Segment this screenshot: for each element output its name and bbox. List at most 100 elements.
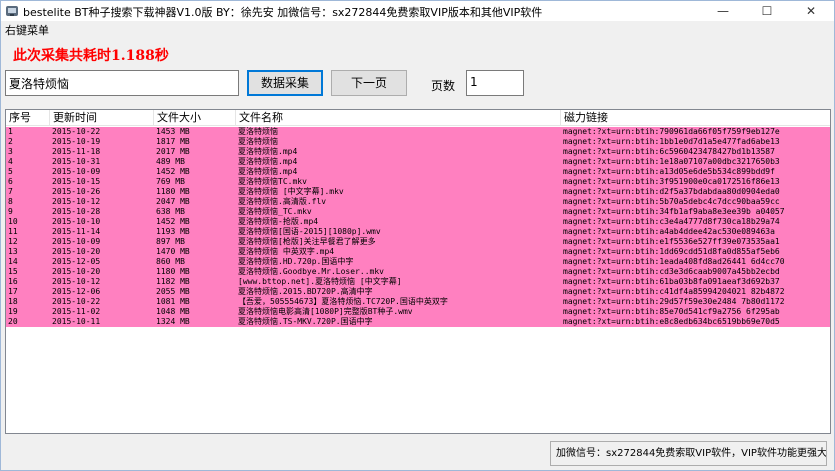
table-cell: 12 bbox=[8, 237, 18, 246]
table-row[interactable]: 12 2015-10-09 897 MB 夏洛特烦恼[枪版]关注早餐君了解更多 magn… bbox=[6, 237, 830, 247]
search-input[interactable]: 夏洛特烦恼 bbox=[5, 70, 239, 96]
table-cell: 6 bbox=[8, 177, 13, 186]
table-cell: 1470 MB bbox=[156, 247, 190, 256]
table-cell: 2015-11-02 bbox=[52, 307, 101, 316]
table-cell: 9 bbox=[8, 207, 13, 216]
table-cell: 2015-10-09 bbox=[52, 167, 101, 176]
table-cell: 2015-10-11 bbox=[52, 317, 101, 326]
table-cell: 1193 MB bbox=[156, 227, 190, 236]
table-cell: 1182 MB bbox=[156, 277, 190, 286]
table-cell: 夏洛特烦恼.mp4 bbox=[238, 147, 298, 156]
table-cell: 1180 MB bbox=[156, 187, 190, 196]
table-cell: magnet:?xt=urn:btih:5b70a5debc4c7dcc90ba… bbox=[563, 197, 780, 206]
table-cell: 夏洛特烦恼.2015.BD720P.高清中字 bbox=[238, 287, 373, 296]
table-cell: magnet:?xt=urn:btih:1e18a07107a00dbc3217… bbox=[563, 157, 780, 166]
table-cell: 13 bbox=[8, 247, 18, 256]
table-row[interactable]: 13 2015-10-20 1470 MB 夏洛特烦恼 中英双字.mp4 magnet:… bbox=[6, 247, 830, 257]
table-cell: 2015-10-15 bbox=[52, 177, 101, 186]
table-cell: 2047 MB bbox=[156, 197, 190, 206]
table-cell: 夏洛特烦恼 bbox=[238, 127, 278, 136]
table-cell: 2015-11-14 bbox=[52, 227, 101, 236]
maximize-button[interactable]: ☐ bbox=[745, 1, 789, 21]
table-row[interactable]: 18 2015-10-22 1081 MB 【吾爱，505554673】夏洛特烦恼.T… bbox=[6, 297, 830, 307]
column-header[interactable]: 磁力链接 bbox=[561, 110, 830, 126]
list-header: 序号 更新时间 文件大小 文件名称 磁力链接 bbox=[6, 110, 830, 126]
table-cell: 20 bbox=[8, 317, 18, 326]
table-cell: 15 bbox=[8, 267, 18, 276]
table-row[interactable]: 19 2015-11-02 1048 MB 夏洛特烦恼电影高清[1080P]完整版BT… bbox=[6, 307, 830, 317]
table-cell: 2015-12-05 bbox=[52, 257, 101, 266]
column-header[interactable]: 序号 bbox=[6, 110, 50, 126]
table-cell: 2015-10-20 bbox=[52, 267, 101, 276]
table-cell: 2015-10-31 bbox=[52, 157, 101, 166]
table-cell: 769 MB bbox=[156, 177, 185, 186]
table-cell: 14 bbox=[8, 257, 18, 266]
table-cell: magnet:?xt=urn:btih:a4ab4ddee42ac530e089… bbox=[563, 227, 775, 236]
table-row[interactable]: 5 2015-10-09 1452 MB 夏洛特烦恼.mp4 magnet:?xt=ur… bbox=[6, 167, 830, 177]
table-cell: 2015-10-19 bbox=[52, 137, 101, 146]
table-cell: 11 bbox=[8, 227, 18, 236]
table-cell: 897 MB bbox=[156, 237, 185, 246]
title-bar[interactable]: bestelite BT种子搜索下载神器V1.0版 BY：徐先安 加微信号：sx… bbox=[1, 1, 834, 21]
table-cell: 夏洛特烦恼-抢版.mp4 bbox=[238, 217, 319, 226]
table-row[interactable]: 10 2015-10-10 1452 MB 夏洛特烦恼-抢版.mp4 magnet:?x… bbox=[6, 217, 830, 227]
table-cell: magnet:?xt=urn:btih:1dd69cdd51d8fa0d855a… bbox=[563, 247, 780, 256]
table-cell: 2 bbox=[8, 137, 13, 146]
table-row[interactable]: 15 2015-10-20 1180 MB 夏洛特烦恼.Goodbye.Mr.Lose… bbox=[6, 267, 830, 277]
table-row[interactable]: 1 2015-10-22 1453 MB 夏洛特烦恼 magnet:?xt=urn:bt… bbox=[6, 127, 830, 137]
table-cell: 2015-10-26 bbox=[52, 187, 101, 196]
table-row[interactable]: 4 2015-10-31 489 MB 夏洛特烦恼.mp4 magnet:?xt=urn… bbox=[6, 157, 830, 167]
table-cell: 489 MB bbox=[156, 157, 185, 166]
menu-context[interactable]: 右键菜单 bbox=[5, 22, 49, 38]
table-row[interactable]: 16 2015-10-12 1182 MB [www.bttop.net].夏洛特烦恼… bbox=[6, 277, 830, 287]
results-list[interactable]: 序号 更新时间 文件大小 文件名称 磁力链接 1 2015-10-22 1453 M… bbox=[5, 109, 831, 434]
table-cell: 1452 MB bbox=[156, 217, 190, 226]
table-cell: 2017 MB bbox=[156, 147, 190, 156]
table-row[interactable]: 3 2015-11-18 2017 MB 夏洛特烦恼.mp4 magnet:?xt=ur… bbox=[6, 147, 830, 157]
table-cell: 1324 MB bbox=[156, 317, 190, 326]
table-cell: 2015-10-12 bbox=[52, 197, 101, 206]
column-header[interactable]: 文件大小 bbox=[154, 110, 236, 126]
table-row[interactable]: 17 2015-12-06 2055 MB 夏洛特烦恼.2015.BD720P.高清中… bbox=[6, 287, 830, 297]
table-cell: magnet:?xt=urn:btih:29d57f59e30e2484 7b8… bbox=[563, 297, 785, 306]
table-cell: magnet:?xt=urn:btih:1eada408fd8ad26441 6… bbox=[563, 257, 785, 266]
table-cell: 18 bbox=[8, 297, 18, 306]
app-icon bbox=[6, 6, 18, 16]
table-cell: 夏洛特烦恼 bbox=[238, 137, 278, 146]
column-header[interactable]: 文件名称 bbox=[236, 110, 561, 126]
table-cell: 7 bbox=[8, 187, 13, 196]
app-window: bestelite BT种子搜索下载神器V1.0版 BY：徐先安 加微信号：sx… bbox=[0, 0, 835, 471]
table-cell: magnet:?xt=urn:btih:1bb1e0d7d1a5e477fad6… bbox=[563, 137, 780, 146]
table-row[interactable]: 8 2015-10-12 2047 MB 夏洛特烦恼.高清版.flv magnet:?x… bbox=[6, 197, 830, 207]
table-row[interactable]: 9 2015-10-28 638 MB 夏洛特烦恼_TC.mkv magnet:?xt=… bbox=[6, 207, 830, 217]
page-input[interactable]: 1 bbox=[466, 70, 524, 96]
column-header[interactable]: 更新时间 bbox=[50, 110, 154, 126]
table-cell: 夏洛特烦恼.高清版.flv bbox=[238, 197, 327, 206]
table-cell: 638 MB bbox=[156, 207, 185, 216]
table-row[interactable]: 6 2015-10-15 769 MB 夏洛特烦恼TC.mkv magnet:?xt=u… bbox=[6, 177, 830, 187]
table-cell: magnet:?xt=urn:btih:3f951900e0ca0172516f… bbox=[563, 177, 780, 186]
table-cell: 4 bbox=[8, 157, 13, 166]
table-cell: 16 bbox=[8, 277, 18, 286]
table-row[interactable]: 20 2015-10-11 1324 MB 夏洛特烦恼.TS-MKV.720P.国语中… bbox=[6, 317, 830, 327]
table-cell: magnet:?xt=urn:btih:61ba03b8fa091aeaf3d6… bbox=[563, 277, 780, 286]
table-cell: magnet:?xt=urn:btih:34fb1af9aba8e3ee39b … bbox=[563, 207, 785, 216]
table-cell: 2015-10-12 bbox=[52, 277, 101, 286]
table-cell: 5 bbox=[8, 167, 13, 176]
table-cell: 1817 MB bbox=[156, 137, 190, 146]
table-row[interactable]: 2 2015-10-19 1817 MB 夏洛特烦恼 magnet:?xt=urn:bt… bbox=[6, 137, 830, 147]
table-row[interactable]: 7 2015-10-26 1180 MB 夏洛特烦恼 [中文字幕].mkv magnet… bbox=[6, 187, 830, 197]
table-cell: 2015-10-28 bbox=[52, 207, 101, 216]
table-cell: 17 bbox=[8, 287, 18, 296]
table-cell: 夏洛特烦恼[国语-2015][1080p].wmv bbox=[238, 227, 381, 236]
next-page-button[interactable]: 下一页 bbox=[331, 70, 407, 96]
table-row[interactable]: 11 2015-11-14 1193 MB 夏洛特烦恼[国语-2015][1080p]… bbox=[6, 227, 830, 237]
minimize-button[interactable]: — bbox=[701, 1, 745, 21]
table-row[interactable]: 14 2015-12-05 860 MB 夏洛特烦恼.HD.720p.国语中字 magn… bbox=[6, 257, 830, 267]
table-cell: 夏洛特烦恼 中英双字.mp4 bbox=[238, 247, 335, 256]
table-cell: 1453 MB bbox=[156, 127, 190, 136]
table-cell: 1048 MB bbox=[156, 307, 190, 316]
table-cell: magnet:?xt=urn:btih:6c5960423478427bd1b1… bbox=[563, 147, 775, 156]
collect-button[interactable]: 数据采集 bbox=[247, 70, 323, 96]
close-button[interactable]: ✕ bbox=[789, 1, 833, 21]
